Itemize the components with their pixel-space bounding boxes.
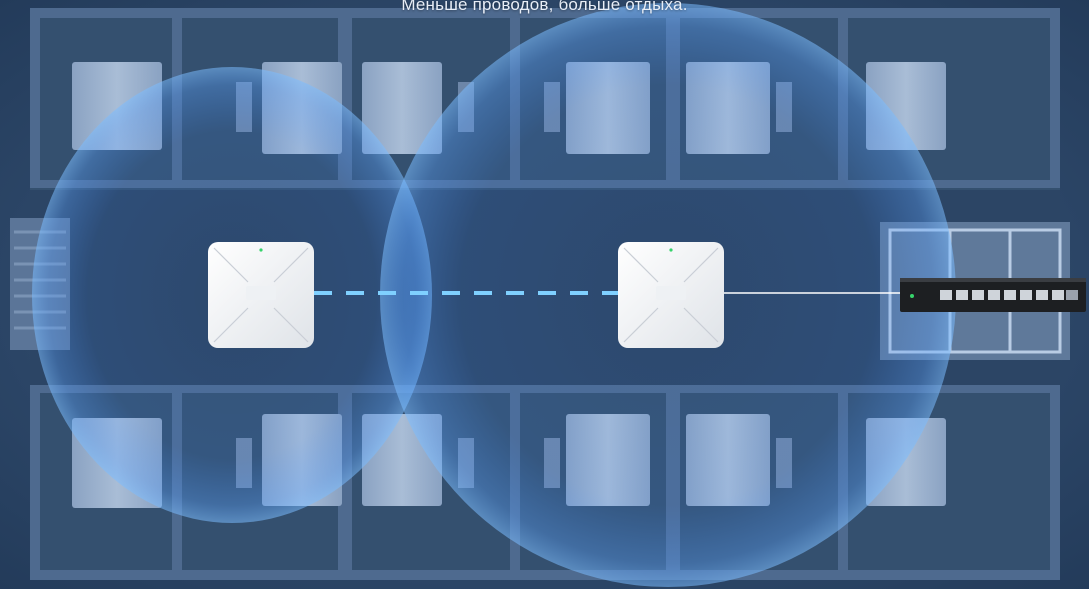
poe-switch (900, 278, 1086, 312)
floorplan-illustration (10, 3, 1086, 587)
status-led-icon (669, 248, 673, 252)
caption: Меньше проводов, больше отдыха. (401, 0, 688, 14)
hotel-floorplan-scene: Меньше проводов, больше отдыха. (0, 0, 1089, 589)
access-point-right (618, 242, 724, 348)
access-point-left (208, 242, 314, 348)
status-led-icon (259, 248, 263, 252)
